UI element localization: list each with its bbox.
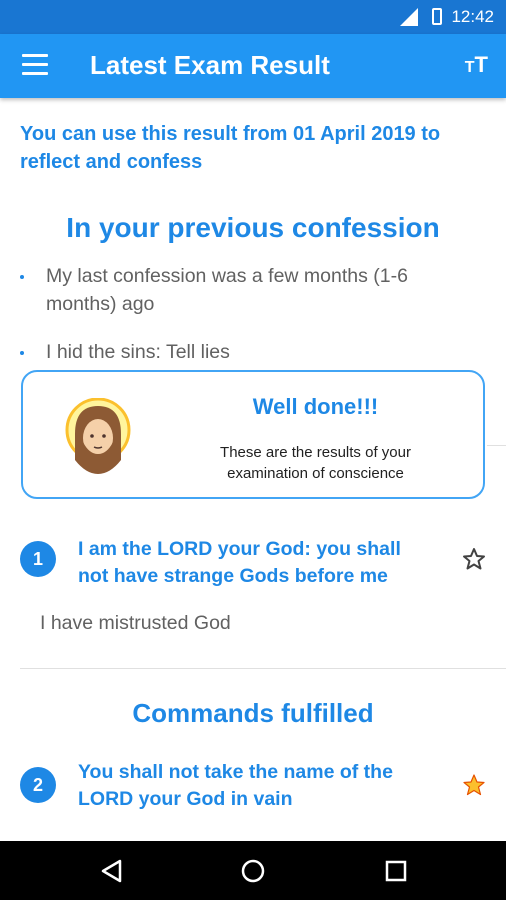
hamburger-menu-icon[interactable]	[22, 54, 48, 76]
commands-fulfilled-heading: Commands fulfilled	[132, 698, 374, 728]
previous-confession-heading: In your previous confession	[66, 212, 440, 243]
commandment-text: I am the LORD your God: you shall not ha…	[78, 538, 401, 587]
list-item: I hid the sins: Tell lies	[20, 338, 480, 366]
jesus-avatar-icon	[65, 398, 131, 474]
star-outline-icon[interactable]	[462, 547, 486, 571]
page-title: Latest Exam Result	[90, 50, 330, 80]
battery-icon	[432, 8, 442, 25]
bullet-icon	[20, 275, 24, 279]
app-bar: Latest Exam Result TT	[0, 34, 506, 98]
star-filled-icon[interactable]	[462, 773, 486, 797]
recents-icon[interactable]	[380, 855, 412, 887]
text-size-large-glyph: T	[474, 52, 488, 77]
result-card-title: Well done!!!	[252, 394, 379, 419]
home-icon[interactable]	[237, 855, 269, 887]
list-item-text: I hid the sins: Tell lies	[46, 341, 230, 363]
back-icon[interactable]	[96, 855, 128, 887]
commandment-text: You shall not take the name of the LORD …	[78, 761, 393, 810]
commandment-number-badge: 1	[20, 541, 56, 577]
text-size-icon[interactable]: TT	[465, 52, 488, 78]
sin-item: I have mistrusted God	[40, 612, 231, 634]
status-bar: 12:42	[0, 0, 506, 34]
result-card: Well done!!! These are the results of yo…	[21, 370, 485, 499]
commandment-number-badge: 2	[20, 767, 56, 803]
system-nav-bar	[0, 841, 506, 900]
list-item: My last confession was a few months (1-6…	[20, 262, 480, 318]
bullet-icon	[20, 351, 24, 355]
result-card-message: These are the results of your examinatio…	[220, 444, 411, 482]
text-size-small-glyph: T	[464, 59, 475, 76]
divider	[20, 668, 506, 669]
status-time: 12:42	[451, 7, 494, 26]
divider	[487, 445, 506, 446]
intro-text: You can use this result from 01 April 20…	[20, 123, 441, 173]
signal-icon	[400, 8, 418, 26]
list-item-text: My last confession was a few months (1-6…	[46, 265, 408, 315]
